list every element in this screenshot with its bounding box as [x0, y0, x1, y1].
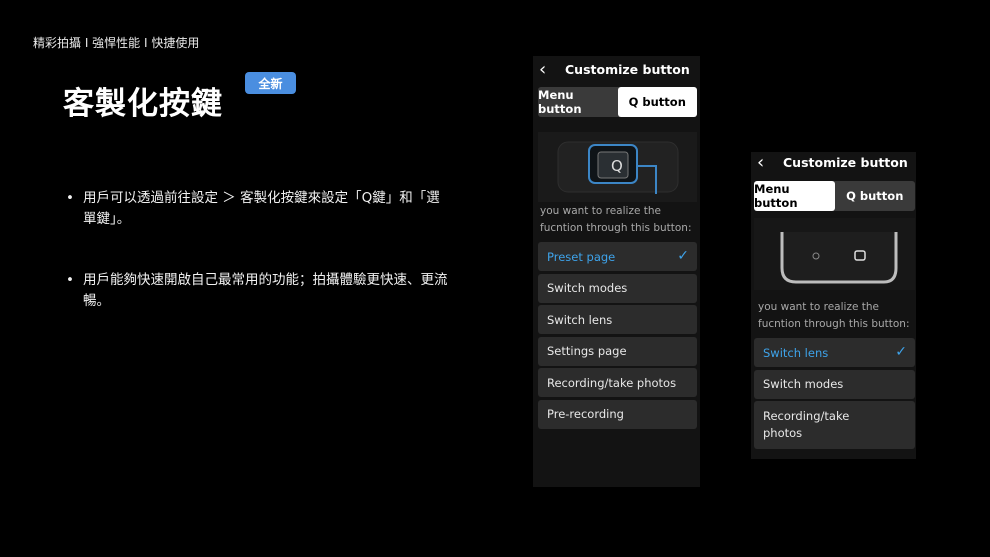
option-label: Recording/take photos [547, 375, 677, 390]
option-label: Switch lens [547, 312, 613, 327]
option-label: Switch lens [763, 345, 829, 360]
function-options-list: Preset page ✓ Switch modes Switch lens S… [538, 242, 697, 432]
phone-screenshot-menu-button: ‹ Customize button Menu button Q button … [751, 152, 916, 459]
bullet-item: • 用戶可以透過前往設定 ＞ 客製化按鍵來設定「Q鍵」和「選單鍵」。 [66, 188, 446, 230]
q-key-label: Q [611, 157, 623, 175]
instruction-text: you want to realize the fucntion through… [758, 301, 910, 330]
page-title: 客製化按鍵 [63, 86, 223, 122]
new-badge: 全新 [245, 72, 296, 94]
tab-q-button[interactable]: Q button [617, 87, 697, 117]
bullet-text: 用戶能夠快速開啟自己最常用的功能；拍攝體驗更快速、更流暢。 [83, 272, 448, 309]
option-label: Switch modes [547, 281, 628, 296]
option-switch-lens[interactable]: Switch lens [538, 305, 697, 335]
function-options-list: Switch lens ✓ Switch modes Recording/tak… [754, 338, 915, 452]
phone-bottom-icon [780, 232, 898, 284]
option-switch-lens[interactable]: Switch lens ✓ [754, 338, 915, 367]
option-preset-page[interactable]: Preset page ✓ [538, 242, 697, 271]
option-settings-page[interactable]: Settings page [538, 336, 697, 366]
bullet-item: • 用戶能夠快速開啟自己最常用的功能；拍攝體驗更快速、更流暢。 [66, 270, 456, 312]
q-key-illustration: Q [538, 132, 697, 202]
bullet-dot: • [66, 272, 74, 288]
option-switch-modes[interactable]: Switch modes [538, 273, 697, 303]
phone-header: ‹ Customize button [533, 56, 700, 82]
checkmark-icon: ✓ [895, 344, 907, 360]
option-pre-recording[interactable]: Pre-recording [538, 399, 697, 429]
tab-menu-button[interactable]: Menu button [754, 181, 835, 211]
option-label: Pre-recording [547, 407, 624, 422]
tab-menu-button[interactable]: Menu button [538, 87, 618, 117]
phone-header: ‹ Customize button [751, 152, 916, 175]
option-label: Settings page [547, 344, 627, 359]
option-label: Switch modes [763, 377, 844, 392]
checkmark-icon: ✓ [677, 248, 689, 264]
button-type-tabs: Menu button Q button [538, 87, 697, 117]
bullet-dot: • [66, 190, 74, 206]
option-recording-take-photos[interactable]: Recording/take photos [538, 368, 697, 398]
chevron-left-icon[interactable]: ‹ [757, 152, 773, 173]
phone-title: Customize button [783, 154, 908, 170]
option-label: Preset page [547, 249, 616, 264]
bullet-text: 用戶可以透過前往設定 ＞ 客製化按鍵來設定「Q鍵」和「選單鍵」。 [83, 190, 440, 227]
button-type-tabs: Menu button Q button [754, 181, 915, 211]
option-recording-take-photos[interactable]: Recording/take photos [754, 401, 915, 450]
chevron-left-icon[interactable]: ‹ [539, 59, 555, 80]
option-label: Recording/take photos [763, 409, 850, 441]
option-switch-modes[interactable]: Switch modes [754, 369, 915, 399]
phone-title: Customize button [565, 61, 690, 77]
menu-key-illustration [754, 218, 915, 290]
breadcrumb: 精彩拍攝 I 強悍性能 I 快捷使用 [33, 36, 200, 50]
instruction-text: you want to realize the fucntion through… [540, 205, 692, 234]
tab-q-button[interactable]: Q button [835, 181, 916, 211]
phone-screenshot-q-button: ‹ Customize button Menu button Q button … [533, 56, 700, 487]
